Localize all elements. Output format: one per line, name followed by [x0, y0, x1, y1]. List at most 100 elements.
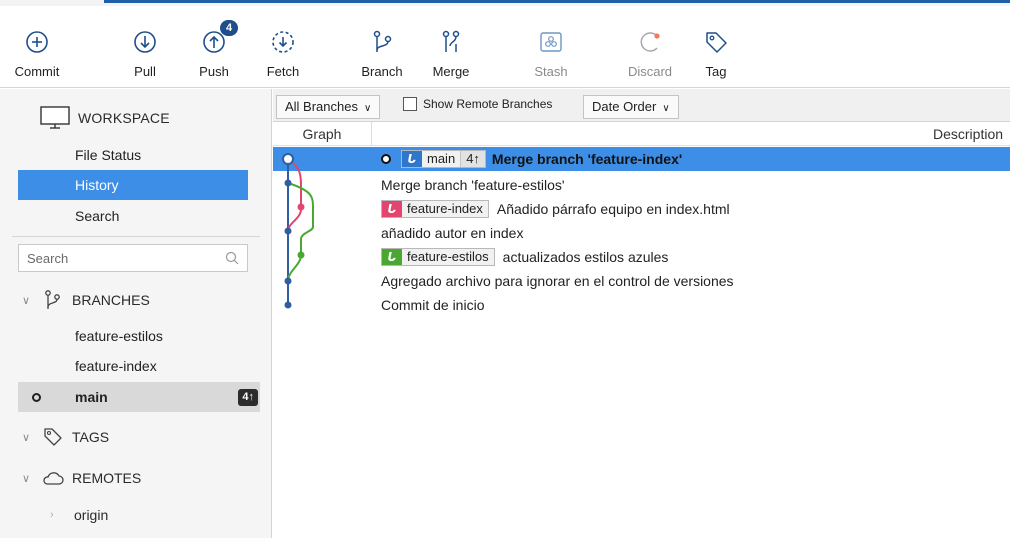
commit-message: Commit de inicio [381, 297, 485, 313]
discard-button[interactable]: Discard [615, 6, 685, 88]
commit-row[interactable]: ᒐ main 4↑ Merge branch 'feature-index' [273, 147, 1010, 171]
toolbar: Commit Pull 4 Push Fetch Branch Merge St… [0, 6, 1010, 88]
commit-button[interactable]: Commit [2, 6, 72, 88]
graph-node[interactable] [284, 227, 292, 235]
order-value: Date Order [592, 99, 657, 114]
show-remote-branches-checkbox[interactable]: Show Remote Branches [403, 97, 552, 111]
sidebar: WORKSPACE File Status History Search ∨ B… [0, 89, 272, 538]
fetch-label: Fetch [266, 64, 300, 79]
chevron-down-icon: ∨ [662, 103, 670, 114]
pull-icon [134, 31, 156, 53]
commit-message: actualizados estilos azules [502, 249, 669, 265]
ahead-indicator: 4↑ [460, 151, 485, 167]
branch-label: Branch [361, 64, 403, 79]
chevron-right-icon: › [50, 509, 54, 521]
fetch-icon [272, 31, 294, 53]
merge-label: Merge [432, 64, 470, 79]
graph-node[interactable] [297, 251, 305, 259]
pull-button[interactable]: Pull [110, 6, 180, 88]
branches-filter-select[interactable]: All Branches ∨ [276, 95, 381, 119]
branch-item-feature-estilos[interactable]: feature-estilos [18, 321, 260, 351]
head-indicator [381, 154, 391, 164]
current-branch-indicator [32, 393, 41, 402]
stash-icon [540, 32, 562, 52]
active-tab-indicator [20, 0, 1010, 3]
workspace-header[interactable]: WORKSPACE [40, 106, 170, 130]
sidebar-item-history[interactable]: History [18, 170, 248, 200]
branches-title: BRANCHES [72, 292, 150, 308]
graph-node[interactable] [284, 179, 292, 187]
commit-row[interactable]: añadido autor en index [273, 221, 1010, 245]
chevron-down-icon: ∨ [22, 294, 31, 307]
branch-icon: ᒐ [382, 249, 402, 265]
commit-message: añadido autor en index [381, 225, 524, 241]
push-button[interactable]: 4 Push [179, 6, 249, 88]
commit-icon [26, 31, 48, 53]
commit-row[interactable]: Agregado archivo para ignorar en el cont… [273, 269, 1010, 293]
graph-column-header[interactable]: Graph [273, 122, 372, 146]
branches-filter-value: All Branches [285, 99, 358, 114]
tags-section[interactable]: ∨ TAGS [22, 426, 109, 448]
graph-line-feature-index [287, 158, 302, 232]
branch-item-main[interactable]: main 4↑ [18, 382, 260, 412]
commit-row[interactable]: Merge branch 'feature-estilos' [273, 173, 1010, 197]
graph-node[interactable] [284, 301, 292, 309]
chevron-down-icon: ∨ [22, 472, 31, 485]
sidebar-search[interactable] [18, 244, 248, 272]
filter-bar: All Branches ∨ Show Remote Branches Date … [273, 89, 1010, 122]
merge-button[interactable]: Merge [416, 6, 486, 88]
pull-label: Pull [134, 64, 156, 79]
commit-list: ᒐ main 4↑ Merge branch 'feature-index' Mer… [273, 147, 1010, 538]
sidebar-search-input[interactable] [19, 245, 209, 271]
commit-message: Merge branch 'feature-estilos' [381, 177, 565, 193]
branch-icon: ᒐ [402, 151, 422, 167]
sidebar-item-search[interactable]: Search [18, 201, 248, 231]
monitor-icon [40, 106, 70, 129]
remotes-title: REMOTES [72, 470, 142, 486]
graph-node[interactable] [284, 277, 292, 285]
sidebar-divider [12, 236, 260, 237]
sidebar-item-file-status[interactable]: File Status [18, 140, 248, 170]
checkbox-box[interactable] [403, 97, 417, 111]
order-select[interactable]: Date Order ∨ [583, 95, 679, 119]
branch-tag-feature-index[interactable]: ᒐ feature-index [381, 200, 489, 218]
branch-icon [373, 30, 392, 52]
remote-item-origin[interactable]: › origin [50, 507, 108, 523]
branch-item-feature-index[interactable]: feature-index [18, 351, 260, 381]
commit-row[interactable]: ᒐ feature-estilos actualizados estilos az… [273, 245, 1010, 269]
tags-title: TAGS [72, 429, 110, 445]
branches-section[interactable]: ∨ BRANCHES [22, 289, 150, 311]
fetch-button[interactable]: Fetch [248, 6, 318, 88]
branch-tag-label: feature-index [407, 201, 483, 216]
remotes-section[interactable]: ∨ REMOTES [22, 469, 141, 487]
branch-icon [45, 290, 60, 309]
tab-gap [20, 0, 104, 3]
branch-button[interactable]: Branch [347, 6, 417, 88]
ahead-count-badge: 4↑ [238, 389, 258, 406]
show-remote-label: Show Remote Branches [423, 97, 553, 111]
graph-node[interactable] [297, 203, 305, 211]
commit-label: Commit [14, 64, 60, 79]
branch-tag-label: feature-estilos [407, 249, 489, 264]
chevron-down-icon: ∨ [22, 431, 31, 444]
merge-icon [442, 30, 460, 52]
chevron-down-icon: ∨ [363, 103, 372, 114]
tag-button[interactable]: Tag [681, 6, 751, 88]
tag-label: Tag [705, 64, 727, 79]
branch-tag-main[interactable]: ᒐ main 4↑ [401, 150, 486, 168]
commit-row[interactable]: Commit de inicio [273, 293, 1010, 317]
tag-icon [44, 428, 62, 446]
branch-item-main-label: main [75, 389, 108, 405]
commit-row[interactable]: ᒐ feature-index Añadido párrafo equipo en… [273, 197, 1010, 221]
commit-message: Merge branch 'feature-index' [491, 151, 683, 167]
description-column-header[interactable]: Description [933, 122, 1003, 146]
branch-tag-feature-estilos[interactable]: ᒐ feature-estilos [381, 248, 495, 266]
discard-label: Discard [627, 64, 673, 79]
commit-graph [282, 153, 314, 309]
stash-button[interactable]: Stash [516, 6, 586, 88]
search-icon [225, 251, 239, 265]
commit-list-header: Graph Description [273, 122, 1010, 146]
graph-node-head[interactable] [282, 153, 294, 165]
remote-item-origin-label: origin [74, 507, 109, 523]
cloud-icon [43, 472, 64, 485]
